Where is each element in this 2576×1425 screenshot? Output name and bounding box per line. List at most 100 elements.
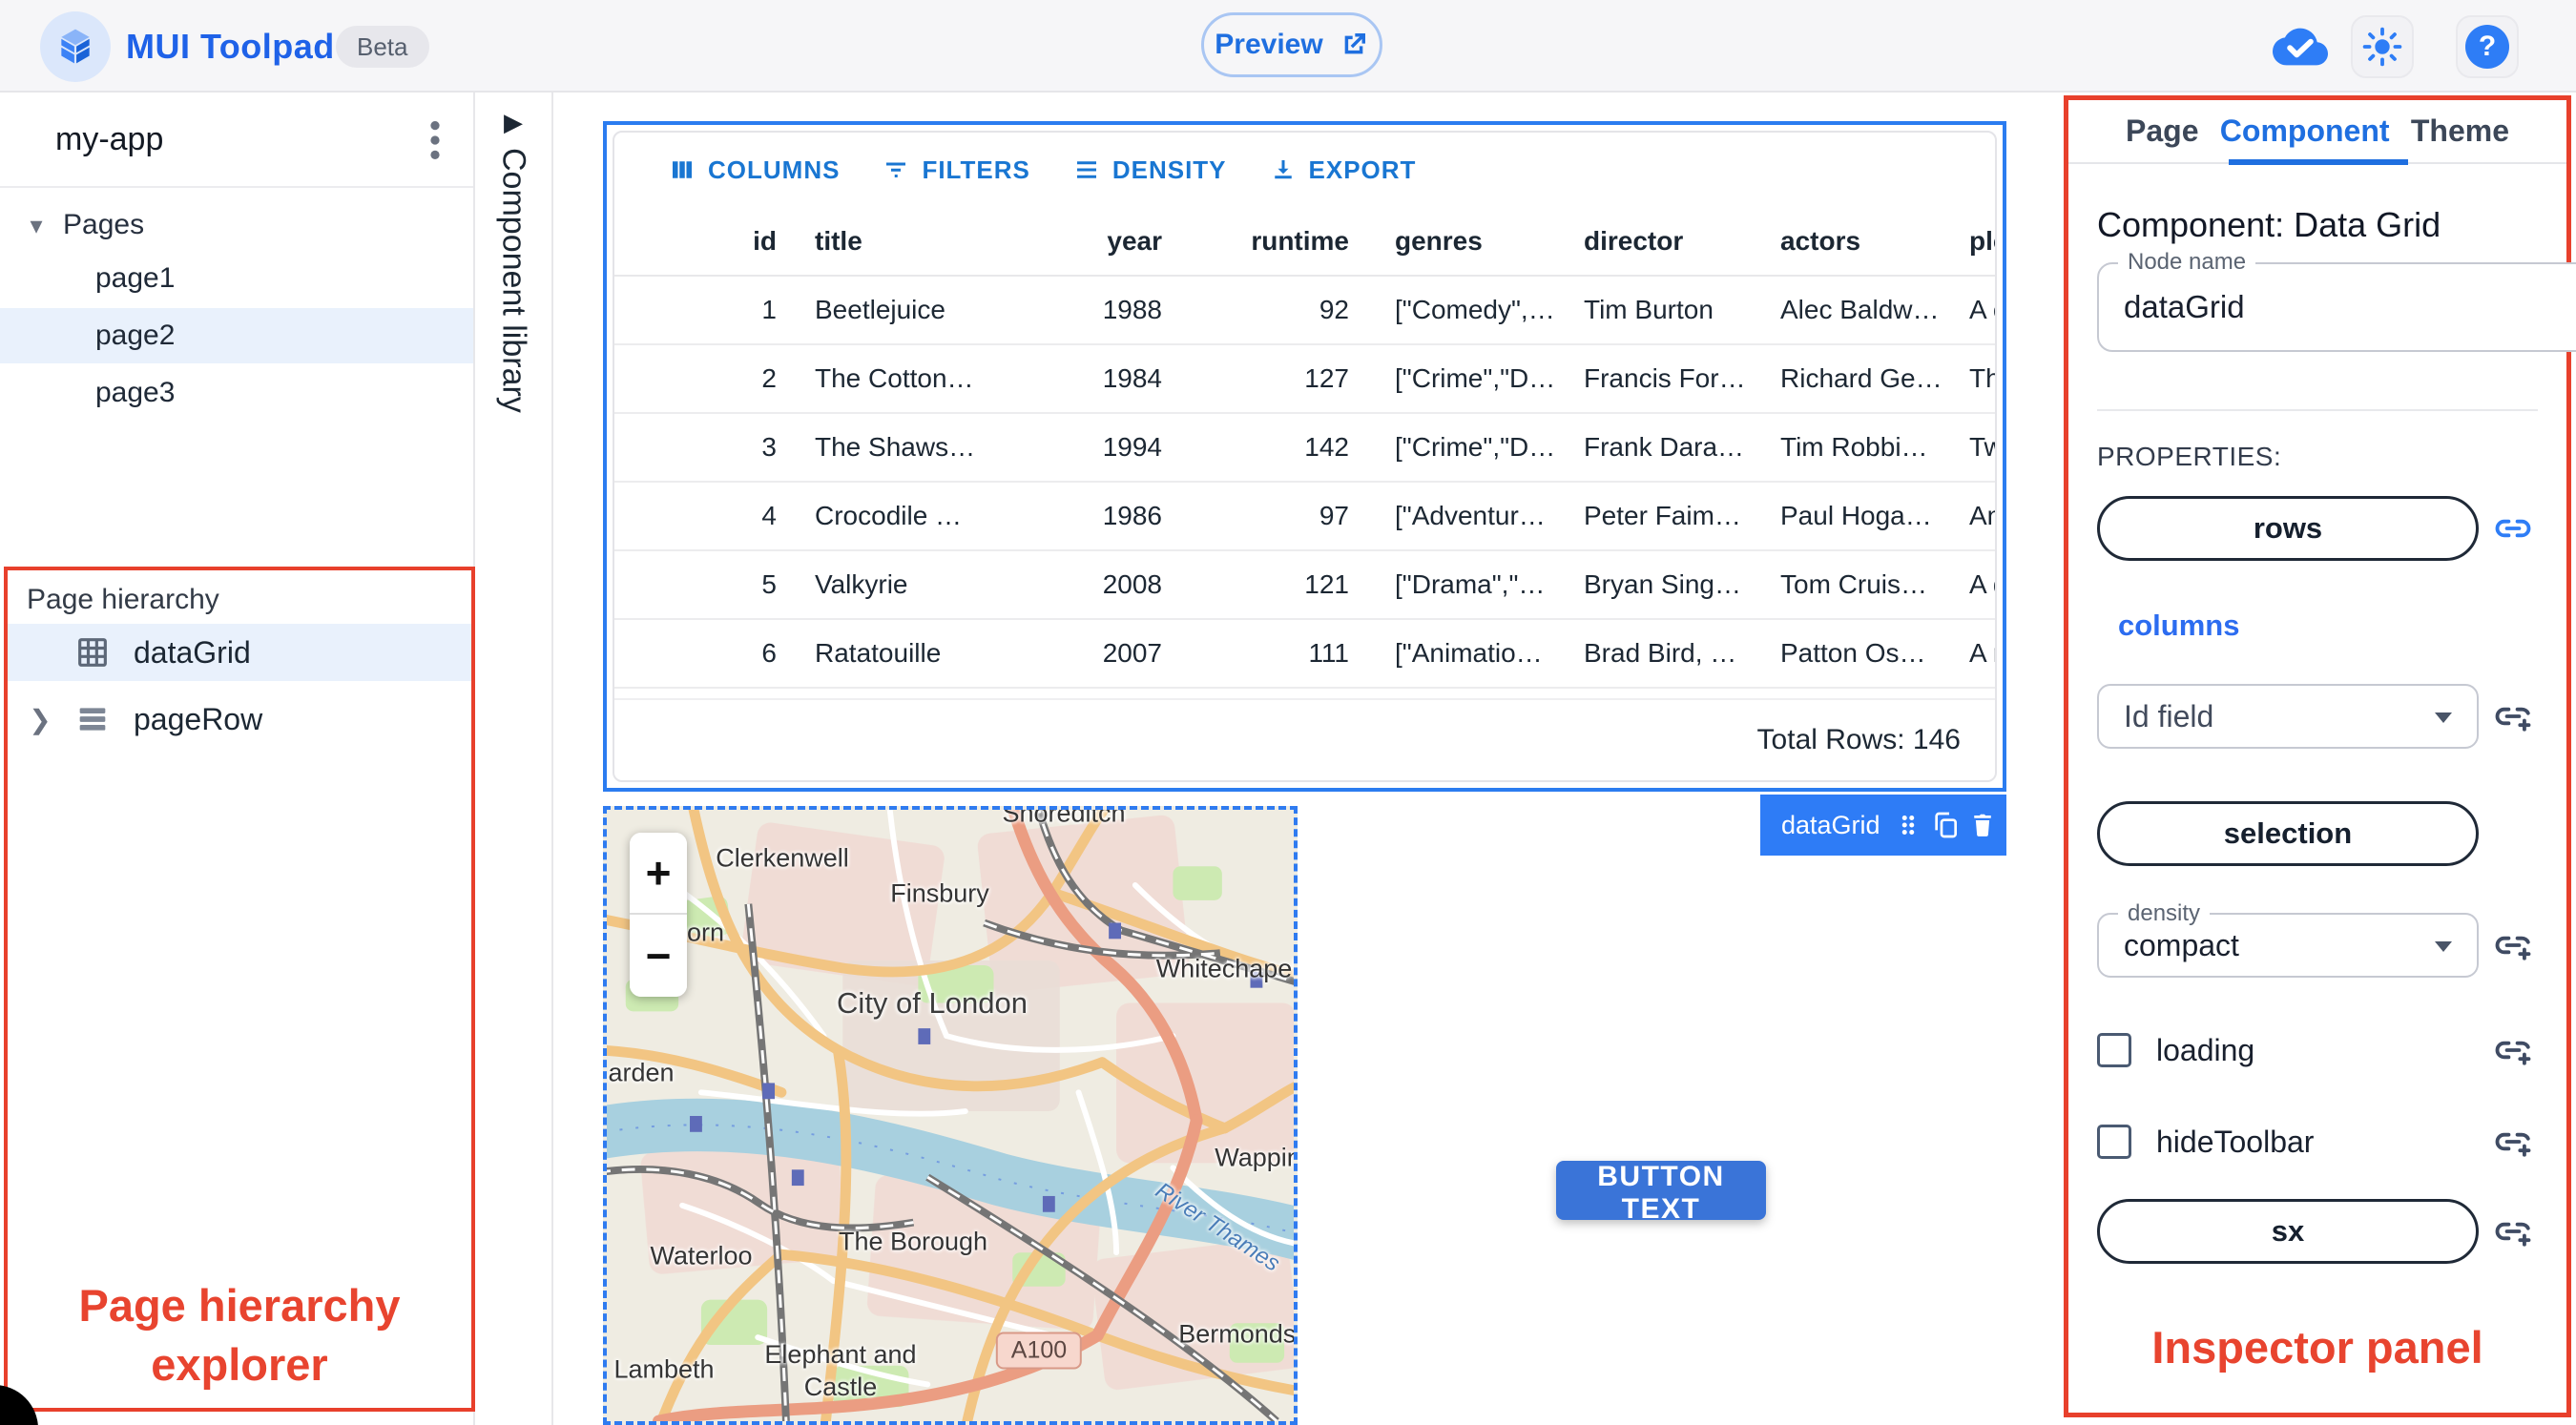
component-library-label: Component library: [495, 148, 532, 413]
sidebar-item-page3[interactable]: page3: [0, 365, 473, 421]
column-header[interactable]: title: [780, 207, 1009, 276]
sidebar-item-page2[interactable]: page2: [0, 308, 473, 363]
editor-canvas: COLUMNS FILTERS DENSITY EXPORT id title …: [553, 93, 2061, 1425]
zoom-out-button[interactable]: −: [630, 915, 687, 997]
node-name-label: Node name: [2118, 249, 2256, 276]
rows-binding-button[interactable]: rows: [2097, 496, 2479, 561]
map-place-label: Whitechapel: [1155, 954, 1298, 983]
chevron-right-icon[interactable]: ❯: [23, 704, 57, 735]
tab-theme[interactable]: Theme: [2411, 114, 2509, 149]
cell: 1986: [1102, 501, 1162, 530]
help-button[interactable]: ?: [2456, 15, 2519, 78]
trash-icon: [1973, 814, 1991, 836]
table-row: 6 Ratatouille 2007 111 ["Animatio… Brad …: [614, 620, 1995, 689]
link-icon: [2495, 519, 2531, 538]
map-component[interactable]: Shoreditch Clerkenwell Finsbury born Whi…: [603, 806, 1298, 1425]
page-item-label: page1: [95, 262, 176, 294]
density-icon: [1076, 161, 1096, 178]
bind-loading-button[interactable]: [2490, 1027, 2536, 1073]
cell: 142: [1304, 432, 1349, 462]
drag-handle[interactable]: [1894, 804, 1922, 846]
density-button[interactable]: DENSITY: [1072, 155, 1227, 185]
question-mark-icon: ?: [2465, 25, 2509, 69]
scrollbar-track[interactable]: [614, 689, 1995, 700]
download-icon: [1274, 160, 1292, 179]
bind-rows-button[interactable]: [2490, 506, 2536, 551]
tab-component[interactable]: Component: [2220, 114, 2390, 149]
map-place-label: Elephant and Castle: [764, 1340, 917, 1401]
columns-button[interactable]: COLUMNS: [668, 155, 840, 185]
hierarchy-item-pagerow[interactable]: ❯ pageRow: [8, 691, 471, 748]
pages-tree-header[interactable]: ▾ Pages +: [0, 199, 473, 355]
active-tab-indicator: [2229, 159, 2408, 165]
columns-editor-button[interactable]: columns: [2097, 609, 2538, 643]
cell: ["Crime","D…: [1395, 432, 1556, 462]
sidebar-item-page1[interactable]: page1: [0, 251, 473, 306]
bind-density-button[interactable]: [2490, 922, 2536, 968]
cell: Patton Os…: [1780, 638, 1926, 668]
loading-checkbox[interactable]: [2097, 1033, 2131, 1067]
map-place-label: Bermondsey: [1178, 1319, 1297, 1349]
cell: The…: [1969, 363, 1995, 393]
app-menu-button[interactable]: [412, 115, 458, 165]
divider: [2097, 409, 2538, 411]
data-grid-icon: [73, 632, 113, 672]
datagrid-component[interactable]: COLUMNS FILTERS DENSITY EXPORT id title …: [603, 121, 2006, 792]
cell: 92: [1319, 295, 1349, 324]
selection-binding-button[interactable]: selection: [2097, 801, 2479, 866]
export-button[interactable]: EXPORT: [1269, 155, 1417, 185]
sx-binding-button[interactable]: sx: [2097, 1199, 2479, 1264]
cell: Beetlejuice: [815, 295, 945, 324]
hierarchy-item-datagrid[interactable]: dataGrid: [8, 624, 471, 681]
beta-badge: Beta: [336, 26, 429, 68]
map-zoom-control: + −: [630, 833, 687, 997]
chevron-down-icon: [2435, 941, 2452, 952]
node-name-input[interactable]: [2099, 264, 2576, 350]
component-title: Component: Data Grid: [2097, 205, 2441, 244]
map-place-label: Clerkenwell: [716, 843, 849, 873]
expand-library-icon[interactable]: ▶: [475, 108, 551, 137]
density-select[interactable]: density compact: [2097, 900, 2479, 978]
column-header[interactable]: runtime: [1166, 207, 1353, 276]
cell: 4: [761, 501, 777, 530]
loading-property-row: loading: [2097, 1027, 2538, 1073]
cell: Brad Bird, …: [1584, 638, 1737, 668]
column-header[interactable]: director: [1582, 207, 1771, 276]
zoom-in-button[interactable]: +: [630, 833, 687, 915]
delete-button[interactable]: [1968, 804, 1997, 846]
column-header[interactable]: id: [614, 207, 780, 276]
hierarchy-item-label: pageRow: [134, 701, 263, 736]
duplicate-button[interactable]: [1930, 804, 1961, 846]
cell: Ratatouille: [815, 638, 942, 668]
inspector-panel: Page Component Theme Component: Data Gri…: [2061, 93, 2576, 1425]
canvas-button-component[interactable]: BUTTON TEXT: [1556, 1161, 1766, 1225]
filters-button[interactable]: FILTERS: [882, 155, 1029, 185]
column-header[interactable]: plot: [1965, 207, 1995, 276]
loading-label: loading: [2156, 1032, 2255, 1067]
id-field-select[interactable]: Id field: [2097, 684, 2479, 749]
table-row: 5 Valkyrie 2008 121 ["Drama","… Bryan Si…: [614, 551, 1995, 620]
column-header[interactable]: actors: [1771, 207, 1965, 276]
bind-sx-button[interactable]: [2490, 1208, 2536, 1254]
preview-button[interactable]: Preview: [1201, 12, 1382, 77]
bind-hide-toolbar-button[interactable]: [2490, 1119, 2536, 1165]
add-link-icon: [2495, 1041, 2531, 1065]
cell: The Shaws…: [815, 432, 976, 462]
kebab-menu-icon: [430, 120, 440, 160]
hide-toolbar-checkbox[interactable]: [2097, 1125, 2131, 1159]
add-link-icon: [2495, 1132, 2531, 1157]
column-header[interactable]: year: [1009, 207, 1166, 276]
column-header[interactable]: genres: [1353, 207, 1582, 276]
datagrid-toolbar: COLUMNS FILTERS DENSITY EXPORT: [614, 133, 1995, 207]
map-place-label: City of London: [837, 986, 1028, 1020]
cell: Paul Hoga…: [1780, 501, 1932, 530]
tab-page[interactable]: Page: [2126, 114, 2198, 149]
deploy-status-button[interactable]: [2269, 15, 2332, 78]
toolpad-logo: [40, 11, 111, 82]
cell: ["Drama","…: [1395, 569, 1546, 599]
theme-toggle-button[interactable]: [2351, 15, 2414, 78]
bind-id-field-button[interactable]: [2490, 693, 2536, 739]
cell: A ra…: [1969, 638, 1995, 668]
node-name-field[interactable]: Node name: [2097, 249, 2576, 352]
app-title: my-app: [55, 121, 164, 157]
